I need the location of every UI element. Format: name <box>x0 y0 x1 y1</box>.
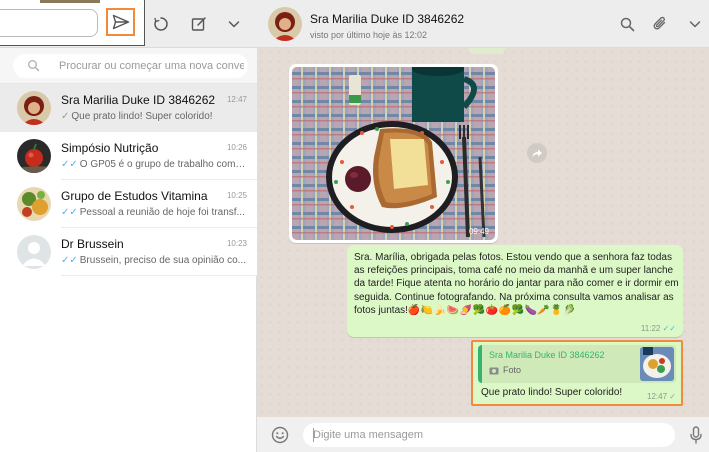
search-icon[interactable] <box>617 14 637 34</box>
avatar <box>17 91 51 125</box>
chat-item-marilia[interactable]: Sra Marilia Duke ID 3846262 12:47 ✓ Que p… <box>0 84 257 132</box>
chat-list-pane: Sra Marilia Duke ID 3846262 12:47 ✓Que p… <box>0 0 257 452</box>
forward-icon <box>532 149 542 157</box>
search-box[interactable] <box>13 54 248 78</box>
conversation-header: Sra Marilia Duke ID 3846262 visto por úl… <box>257 0 709 48</box>
chat-name: Sra Marilia Duke ID 3846262 <box>61 93 216 107</box>
chat-name: Grupo de Estudos Vitamina <box>61 189 208 203</box>
text-cursor <box>313 428 314 442</box>
emoji-icon[interactable] <box>271 426 289 444</box>
chat-time: 10:26 <box>226 143 247 152</box>
chat-time: 12:47 <box>226 95 247 104</box>
attach-icon[interactable] <box>650 14 670 34</box>
previous-message-edge <box>469 48 505 54</box>
chat-preview: ✓✓ Brussein, preciso de sua opinião co... <box>61 255 246 266</box>
sent-ticks-icon: ✓ <box>61 111 70 122</box>
avatar <box>17 139 51 173</box>
quoted-label: Foto <box>503 365 522 375</box>
chat-time: 10:23 <box>226 239 247 248</box>
chat-preview-text: Brussein, preciso de sua opinião co... <box>79 255 246 266</box>
message-emojis: 🍎🍋🍌🍉🍠🥦🍅🍊🥦🍆🥕🍍🥬 <box>407 304 577 316</box>
whatsapp-window: Sra Marilia Duke ID 3846262 12:47 ✓Que p… <box>0 0 709 452</box>
chat-name: Simpósio Nutrição <box>61 141 159 155</box>
chat-preview-text: Que prato lindo! Super colorido! <box>71 111 213 122</box>
menu-chevron-icon[interactable] <box>685 14 705 34</box>
meal-photo-image <box>292 67 495 240</box>
quoted-message[interactable]: Sra Marilia Duke ID 3846262 Foto <box>478 345 676 383</box>
divider <box>61 179 257 180</box>
message-area: 09:49 Sra. Marília, obrigada pelas fotos… <box>257 48 709 417</box>
chat-preview: ✓✓ Pessoal a reunião de hoje foi transf..… <box>61 207 246 218</box>
new-chat-icon[interactable] <box>189 14 209 34</box>
chat-item-dr-brussein[interactable]: Dr Brussein 10:23 ✓✓ Brussein, preciso de… <box>0 228 257 276</box>
forward-button[interactable] <box>527 143 547 163</box>
sent-ticks-icon: ✓ <box>669 392 676 401</box>
search-bar <box>0 48 257 84</box>
message-box-fragment[interactable] <box>0 9 98 37</box>
read-ticks-icon: ✓✓ <box>61 255 78 266</box>
cropped-image-strip <box>40 0 100 3</box>
message-text: Que prato lindo! Super colorido! <box>481 387 623 398</box>
meal-photo[interactable]: 09:49 <box>292 67 495 240</box>
chat-preview-text: O GP05 é o grupo de trabalho com ... <box>79 159 246 170</box>
microphone-icon[interactable] <box>689 426 703 444</box>
send-icon <box>112 14 129 30</box>
message-meta: 12:47 ✓ <box>647 392 676 401</box>
quoted-thumbnail <box>640 347 674 381</box>
read-ticks-icon: ✓✓ <box>61 207 78 218</box>
outgoing-reply-message[interactable]: Sra Marilia Duke ID 3846262 Foto Que pra… <box>471 340 683 406</box>
message-composer-fragment <box>0 0 145 46</box>
search-input[interactable] <box>59 58 244 74</box>
avatar <box>17 187 51 221</box>
avatar-placeholder-icon <box>17 235 51 269</box>
chat-preview: ✓ Que prato lindo! Super colorido! <box>61 111 246 122</box>
camera-icon <box>489 367 499 374</box>
chat-preview: ✓✓ O GP05 é o grupo de trabalho com ... <box>61 159 246 170</box>
send-button[interactable] <box>106 8 135 36</box>
contact-avatar[interactable] <box>268 7 302 41</box>
search-icon <box>28 60 40 72</box>
quoted-content: Foto <box>489 365 521 375</box>
message-time: 12:47 <box>647 392 668 401</box>
conversation-pane: Sra Marilia Duke ID 3846262 visto por úl… <box>257 0 709 452</box>
chat-item-simposio[interactable]: Simpósio Nutrição 10:26 ✓✓ O GP05 é o gru… <box>0 132 257 180</box>
message-composer <box>257 417 709 452</box>
chat-list-header <box>0 0 257 48</box>
message-meta: 11:22 ✓✓ <box>641 324 676 333</box>
chat-name: Dr Brussein <box>61 237 124 251</box>
message-time: 11:22 <box>640 324 661 333</box>
divider <box>61 227 257 228</box>
message-text: Sra. Marília, obrigada pelas fotos. Esto… <box>354 251 679 317</box>
contact-status: visto por último hoje às 12:02 <box>310 30 428 40</box>
chat-time: 10:25 <box>226 191 247 200</box>
chat-item-grupo-vitamina[interactable]: Grupo de Estudos Vitamina 10:25 ✓✓ Pessoa… <box>0 180 257 228</box>
message-input[interactable] <box>303 423 675 447</box>
divider <box>61 275 257 276</box>
photo-message[interactable]: 09:49 <box>289 64 498 243</box>
contact-name[interactable]: Sra Marilia Duke ID 3846262 <box>310 12 464 26</box>
quoted-sender: Sra Marilia Duke ID 3846262 <box>489 350 605 360</box>
status-icon[interactable] <box>151 14 171 34</box>
read-ticks-icon: ✓✓ <box>61 159 78 170</box>
menu-chevron-icon[interactable] <box>224 14 244 34</box>
message-time: 09:49 <box>468 227 489 236</box>
read-ticks-icon: ✓✓ <box>662 324 676 333</box>
outgoing-text-message[interactable]: Sra. Marília, obrigada pelas fotos. Esto… <box>347 245 683 337</box>
chat-preview-text: Pessoal a reunião de hoje foi transf... <box>79 207 245 218</box>
